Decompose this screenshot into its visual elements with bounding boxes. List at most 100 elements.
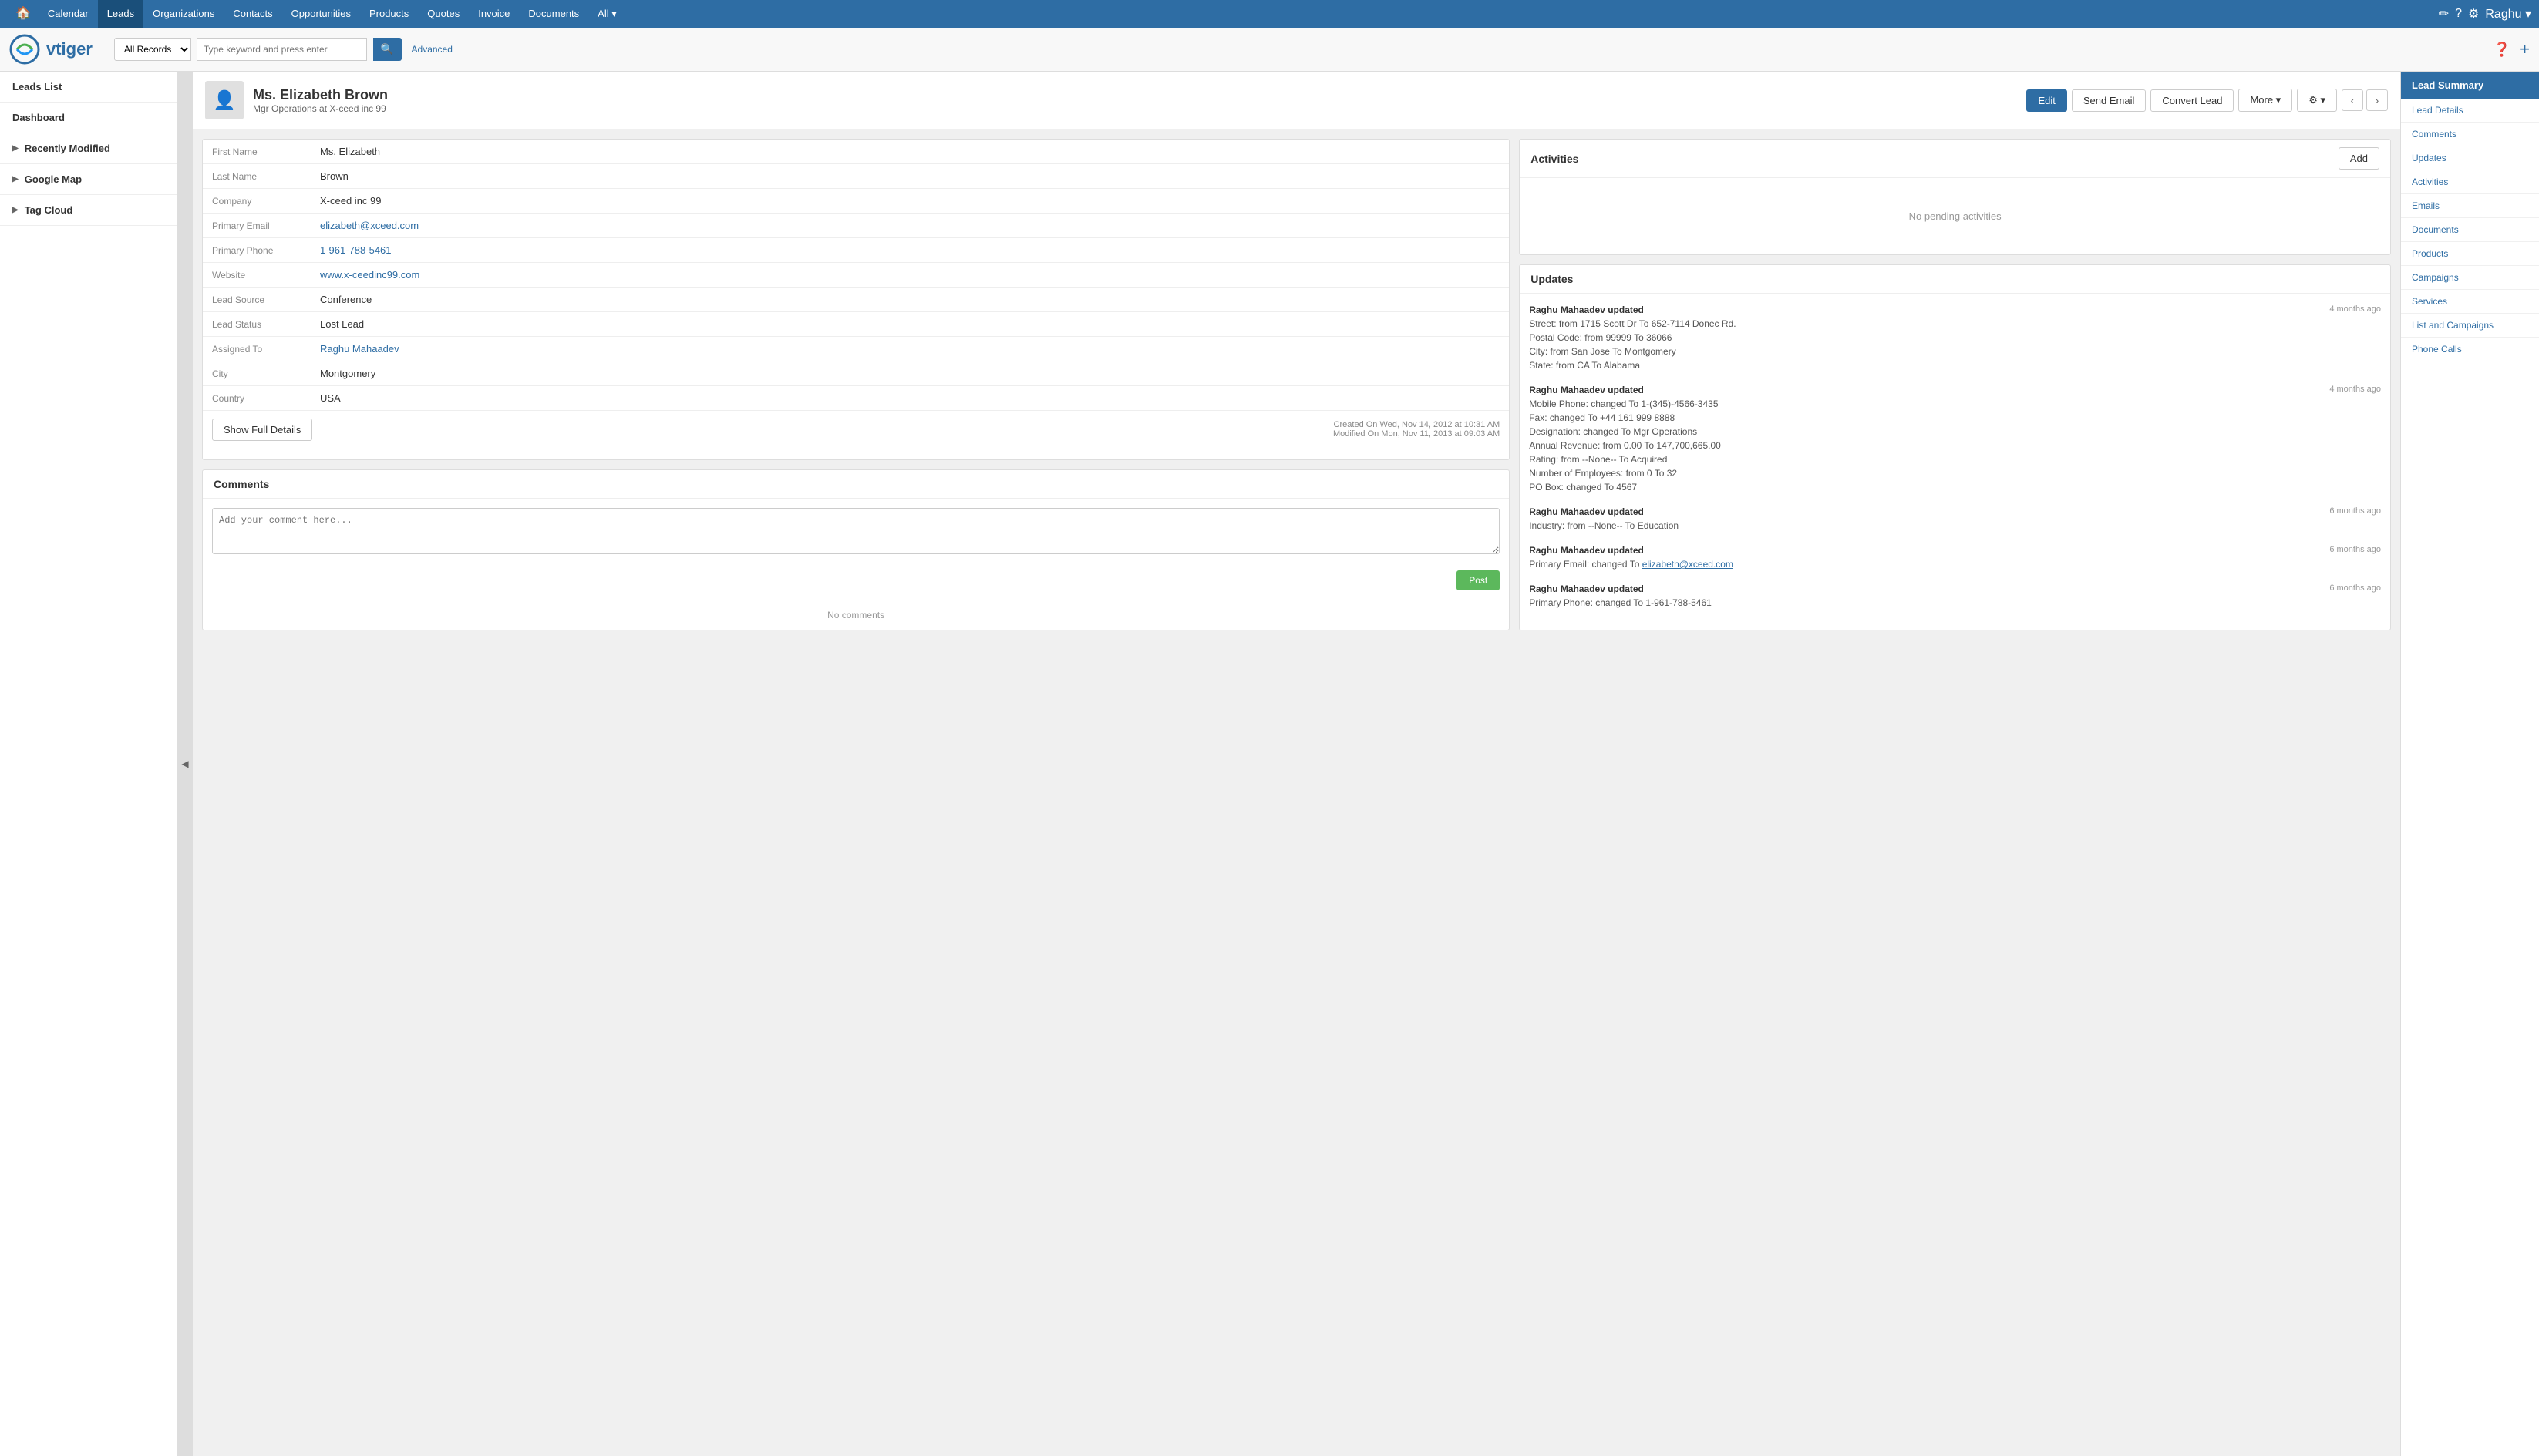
post-comment-button[interactable]: Post [1456, 570, 1500, 590]
sidebar-item-dashboard[interactable]: Dashboard [0, 103, 177, 133]
field-label: Lead Status [203, 312, 311, 337]
sidebar-section-dashboard: Dashboard [0, 103, 177, 133]
home-icon[interactable]: 🏠 [8, 0, 39, 28]
update-entry: Raghu Mahaadev updated6 months agoPrimar… [1529, 543, 2381, 571]
update-detail: Fax: changed To +44 161 999 8888 [1529, 411, 2381, 425]
updater-name: Raghu Mahaadev updated [1529, 543, 1644, 557]
edit-icon[interactable]: ✏ [2439, 6, 2449, 22]
right-sidebar-item[interactable]: Services [2401, 290, 2539, 314]
field-value[interactable]: 1-961-788-5461 [311, 238, 1509, 263]
sidebar-item-recently-modified[interactable]: ▶ Recently Modified [0, 133, 177, 163]
right-sidebar-item[interactable]: Documents [2401, 218, 2539, 242]
field-label: City [203, 361, 311, 386]
send-email-button[interactable]: Send Email [2072, 89, 2146, 112]
content-area: 👤 Ms. Elizabeth Brown Mgr Operations at … [193, 72, 2400, 1456]
nav-item-invoice[interactable]: Invoice [469, 0, 519, 28]
update-entry: Raghu Mahaadev updated6 months agoPrimar… [1529, 582, 2381, 610]
add-icon[interactable]: + [2520, 39, 2530, 59]
convert-lead-button[interactable]: Convert Lead [2150, 89, 2234, 112]
nav-item-organizations[interactable]: Organizations [143, 0, 224, 28]
updates-box: Updates Raghu Mahaadev updated4 months a… [1519, 264, 2391, 630]
next-record-button[interactable]: › [2366, 89, 2388, 111]
activities-updates-column: Activities Add No pending activities Upd… [1519, 139, 2391, 630]
field-value[interactable]: www.x-ceedinc99.com [311, 263, 1509, 288]
update-time: 6 months ago [2329, 543, 2381, 557]
right-sidebar-item[interactable]: Lead Details [2401, 99, 2539, 123]
activities-header: Activities Add [1520, 140, 2390, 178]
field-value: Brown [311, 164, 1509, 189]
update-detail: City: from San Jose To Montgomery [1529, 345, 2381, 358]
details-panel: First NameMs. ElizabethLast NameBrownCom… [202, 139, 1510, 460]
sidebar-item-tag-cloud[interactable]: ▶ Tag Cloud [0, 195, 177, 225]
right-sidebar-item[interactable]: Phone Calls [2401, 338, 2539, 361]
table-row: CompanyX-ceed inc 99 [203, 189, 1509, 214]
nav-item-contacts[interactable]: Contacts [224, 0, 281, 28]
help-circle-icon[interactable]: ❓ [2494, 42, 2510, 58]
nav-item-quotes[interactable]: Quotes [418, 0, 469, 28]
updates-title: Updates [1530, 273, 1573, 285]
add-activity-button[interactable]: Add [2339, 147, 2379, 170]
right-sidebar-item[interactable]: List and Campaigns [2401, 314, 2539, 338]
sidebar-section-leads-list: Leads List [0, 72, 177, 103]
advanced-search-link[interactable]: Advanced [412, 44, 453, 55]
sidebar-section-recently-modified: ▶ Recently Modified [0, 133, 177, 164]
recently-modified-arrow: ▶ [12, 144, 19, 153]
update-detail: Designation: changed To Mgr Operations [1529, 425, 2381, 439]
right-sidebar-item[interactable]: Updates [2401, 146, 2539, 170]
table-row: Lead StatusLost Lead [203, 312, 1509, 337]
right-sidebar: Lead Summary Lead DetailsCommentsUpdates… [2400, 72, 2539, 1456]
field-value[interactable]: elizabeth@xceed.com [311, 214, 1509, 238]
update-detail: Mobile Phone: changed To 1-(345)-4566-34… [1529, 397, 2381, 411]
right-sidebar-item[interactable]: Campaigns [2401, 266, 2539, 290]
edit-button[interactable]: Edit [2026, 89, 2066, 112]
comment-input-area [203, 499, 1509, 566]
updates-header: Updates [1520, 265, 2390, 294]
search-button[interactable]: 🔍 [373, 38, 402, 61]
field-value: Ms. Elizabeth [311, 140, 1509, 164]
nav-item-calendar[interactable]: Calendar [39, 0, 98, 28]
right-sidebar-item[interactable]: Emails [2401, 194, 2539, 218]
sidebar-item-leads-list[interactable]: Leads List [0, 72, 177, 102]
sidebar-item-google-map[interactable]: ▶ Google Map [0, 164, 177, 194]
search-bar: vtiger All Records 🔍 Advanced ❓ + [0, 28, 2539, 72]
update-detail: Primary Phone: changed To 1-961-788-5461 [1529, 596, 2381, 610]
right-sidebar-item[interactable]: Products [2401, 242, 2539, 266]
comment-textarea[interactable] [212, 508, 1500, 554]
record-header: 👤 Ms. Elizabeth Brown Mgr Operations at … [193, 72, 2400, 129]
search-scope-select[interactable]: All Records [114, 38, 191, 61]
nav-item-products[interactable]: Products [360, 0, 418, 28]
right-sidebar-header: Lead Summary [2401, 72, 2539, 99]
modified-on-text: Modified On Mon, Nov 11, 2013 at 09:03 A… [212, 429, 1500, 439]
leads-list-label: Leads List [12, 81, 62, 92]
nav-item-opportunities[interactable]: Opportunities [282, 0, 360, 28]
show-full-details-button[interactable]: Show Full Details [212, 419, 312, 441]
right-sidebar-item[interactable]: Comments [2401, 123, 2539, 146]
update-entry: Raghu Mahaadev updated4 months agoMobile… [1529, 383, 2381, 494]
table-row: CityMontgomery [203, 361, 1509, 386]
field-label: Country [203, 386, 311, 411]
nav-item-all[interactable]: All ▾ [588, 0, 626, 28]
sidebar-section-tag-cloud: ▶ Tag Cloud [0, 195, 177, 226]
settings-icon[interactable]: ⚙ [2468, 6, 2479, 22]
help-icon[interactable]: ? [2455, 7, 2462, 21]
update-time: 4 months ago [2329, 383, 2381, 397]
comments-panel: Comments Post No comments [202, 469, 1510, 630]
field-value: Lost Lead [311, 312, 1509, 337]
right-sidebar-item[interactable]: Activities [2401, 170, 2539, 194]
table-row: Primary Phone1-961-788-5461 [203, 238, 1509, 263]
search-input[interactable] [197, 38, 367, 61]
sidebar-section-google-map: ▶ Google Map [0, 164, 177, 195]
field-value[interactable]: Raghu Mahaadev [311, 337, 1509, 361]
field-label: Primary Phone [203, 238, 311, 263]
logo: vtiger [9, 34, 93, 65]
prev-record-button[interactable]: ‹ [2342, 89, 2363, 111]
table-row: Primary Emailelizabeth@xceed.com [203, 214, 1509, 238]
sidebar-collapse-button[interactable]: ◀ [177, 72, 193, 1456]
nav-item-documents[interactable]: Documents [519, 0, 588, 28]
wrench-button[interactable]: ⚙ ▾ [2297, 89, 2337, 112]
field-value: Montgomery [311, 361, 1509, 386]
update-detail: Postal Code: from 99999 To 36066 [1529, 331, 2381, 345]
more-button[interactable]: More ▾ [2238, 89, 2292, 112]
nav-item-leads[interactable]: Leads [98, 0, 143, 28]
user-menu[interactable]: Raghu ▾ [2485, 6, 2531, 22]
